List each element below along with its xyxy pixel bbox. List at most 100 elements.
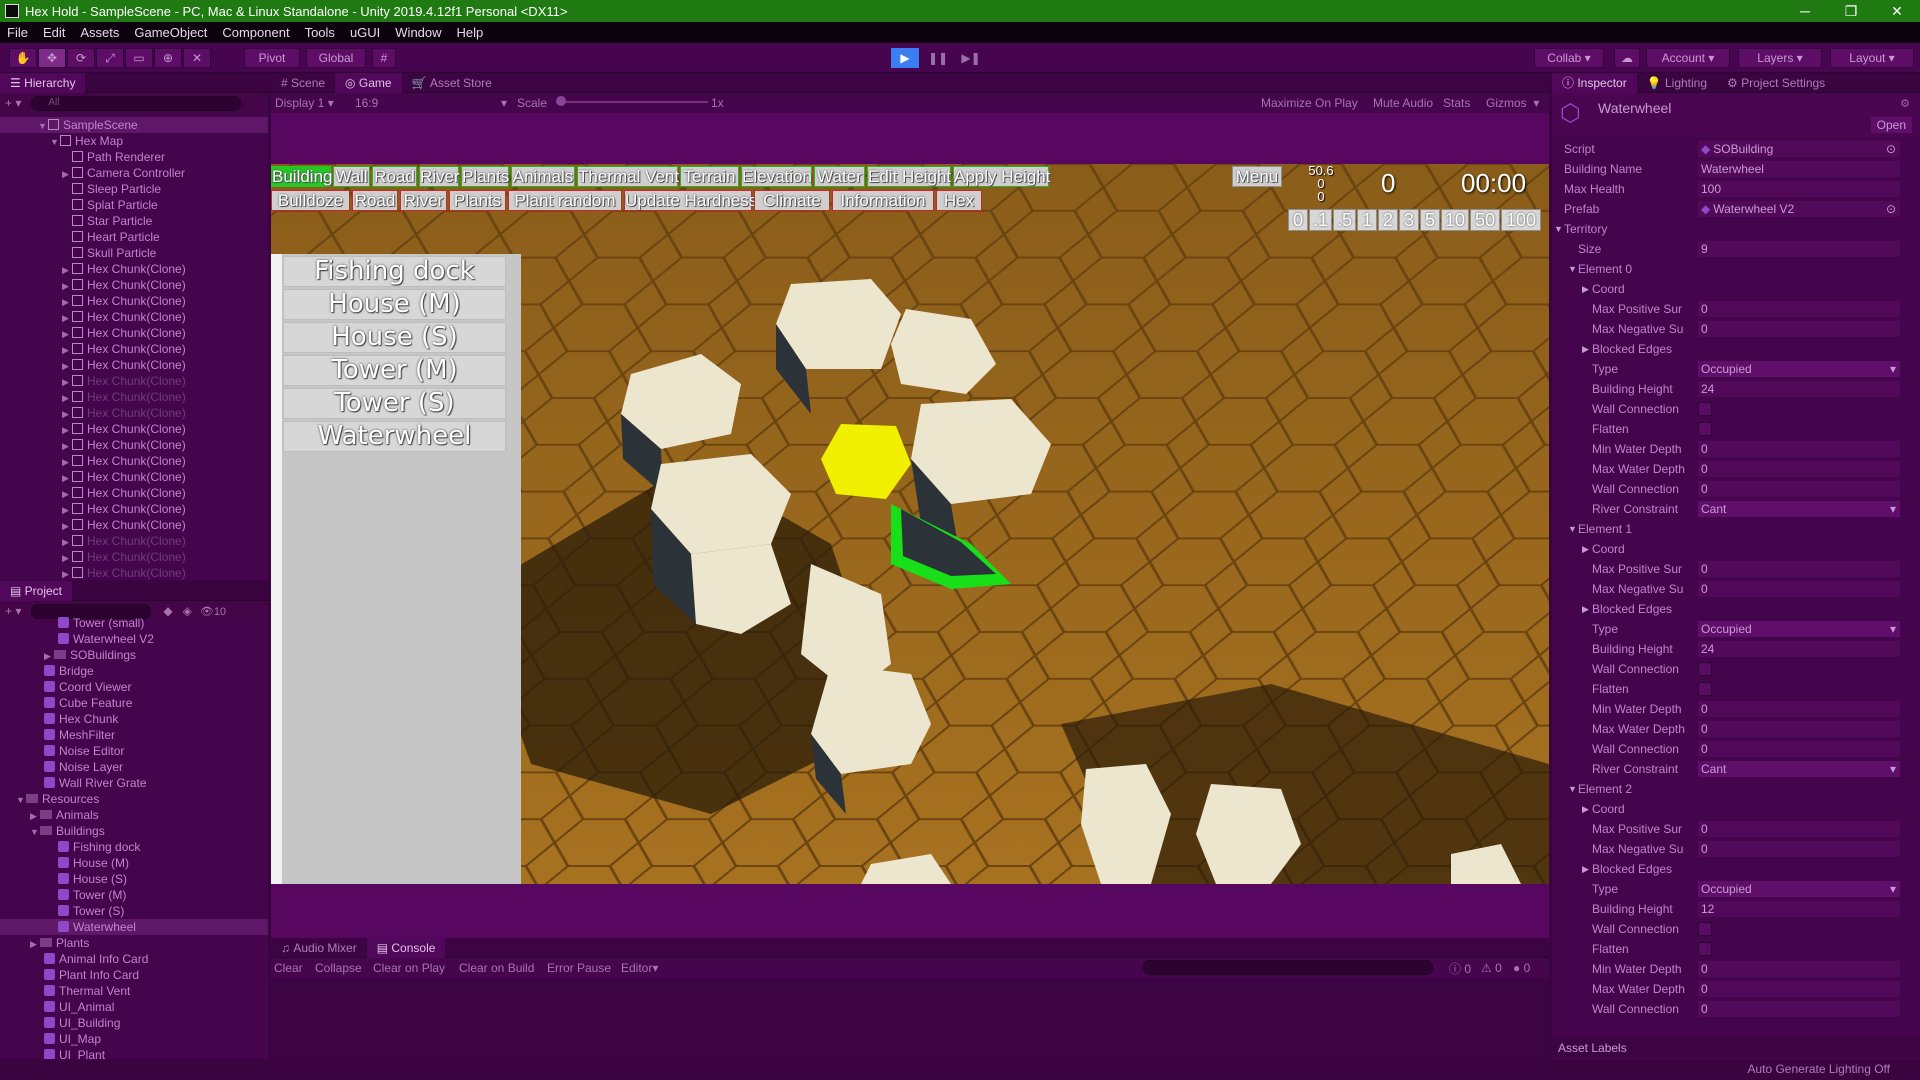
field-value[interactable]: 0 <box>1698 961 1900 977</box>
field-dropdown[interactable]: Occupied ▾ <box>1698 881 1900 897</box>
action-button-information[interactable]: Information <box>832 190 934 211</box>
checkbox[interactable] <box>1698 942 1712 956</box>
move-tool-icon[interactable]: ✥ <box>38 48 66 68</box>
project-item[interactable]: Bridge <box>0 663 268 679</box>
hierarchy-chunk-row[interactable]: ▶ Hex Chunk(Clone) <box>0 517 268 533</box>
field-value[interactable]: 0 <box>1698 461 1900 477</box>
hierarchy-item[interactable]: ▶ Camera Controller <box>0 165 268 181</box>
hierarchy-chunk-row[interactable]: ▶ Hex Chunk(Clone) <box>0 437 268 453</box>
list-scrollbar[interactable] <box>271 254 282 884</box>
expand-arrow-icon[interactable]: ▶ <box>62 550 72 566</box>
field-value[interactable]: 0 <box>1698 741 1900 757</box>
project-item[interactable]: Tower (S) <box>0 903 268 919</box>
field-value[interactable]: 0 <box>1698 701 1900 717</box>
action-button-climate[interactable]: Climate <box>754 190 830 211</box>
menu-help[interactable]: Help <box>457 25 484 40</box>
field-dropdown[interactable]: Cant ▾ <box>1698 501 1900 517</box>
action-button-river[interactable]: River <box>400 190 447 211</box>
action-button-plant-random[interactable]: Plant random <box>508 190 622 211</box>
field-value[interactable]: 0 <box>1698 321 1900 337</box>
project-item[interactable]: UI_Animal <box>0 999 268 1015</box>
field-value[interactable]: 24 <box>1698 381 1900 397</box>
expand-arrow-icon[interactable]: ▶ <box>62 294 72 310</box>
aspect-dropdown[interactable]: 16:9 ▾ <box>355 96 507 110</box>
hierarchy-chunk-row[interactable]: ▶ Hex Chunk(Clone) <box>0 453 268 469</box>
hierarchy-chunk-row[interactable]: ▶ Hex Chunk(Clone) <box>0 389 268 405</box>
field-value[interactable]: 0 <box>1698 301 1900 317</box>
expand-arrow-icon[interactable]: ▶ <box>62 406 72 422</box>
speed-button[interactable]: 0 <box>1288 209 1308 231</box>
hierarchy-chunk-row[interactable]: ▶ Hex Chunk(Clone) <box>0 341 268 357</box>
hierarchy-item[interactable]: Path Renderer <box>0 149 268 165</box>
field-value[interactable]: 0 <box>1698 561 1900 577</box>
field-value[interactable]: 12 <box>1698 901 1900 917</box>
expand-arrow-icon[interactable]: ▶ <box>62 310 72 326</box>
checkbox[interactable] <box>1698 422 1712 436</box>
speed-button[interactable]: 1 <box>1357 209 1377 231</box>
hierarchy-chunk-row[interactable]: ▶ Hex Chunk(Clone) <box>0 565 268 581</box>
tab-game[interactable]: ◎ Game <box>335 72 402 93</box>
warning-count[interactable]: ⚠ 0 <box>1481 961 1502 975</box>
menu-assets[interactable]: Assets <box>80 25 119 40</box>
account-dropdown[interactable]: Account ▾ <box>1646 48 1730 68</box>
hierarchy-chunk-row[interactable]: ▶ Hex Chunk(Clone) <box>0 293 268 309</box>
play-button[interactable]: ▶ <box>891 48 919 68</box>
expand-arrow-icon[interactable]: ▶ <box>30 936 40 952</box>
project-item[interactable]: Tower (small) <box>0 615 268 631</box>
field-value[interactable]: 0 <box>1698 441 1900 457</box>
project-item[interactable]: Plant Info Card <box>0 967 268 983</box>
field-value[interactable]: 0 <box>1698 481 1900 497</box>
hierarchy-chunk-row[interactable]: ▶ Hex Chunk(Clone) <box>0 277 268 293</box>
clear-on-build-toggle[interactable]: Clear on Build <box>459 961 534 975</box>
field-value[interactable]: 0 <box>1698 1001 1900 1017</box>
checkbox[interactable] <box>1698 402 1712 416</box>
expand-arrow-icon[interactable]: ▶ <box>62 342 72 358</box>
field-value[interactable]: 0 <box>1698 581 1900 597</box>
editor-dropdown[interactable]: Editor▾ <box>621 961 658 975</box>
hierarchy-chunk-row[interactable]: ▶ Hex Chunk(Clone) <box>0 549 268 565</box>
expand-arrow-icon[interactable]: ▶ <box>62 438 72 454</box>
cloud-icon[interactable]: ☁ <box>1614 48 1640 68</box>
tool-button-road[interactable]: Road <box>372 166 417 187</box>
hierarchy-chunk-row[interactable]: ▶ Hex Chunk(Clone) <box>0 309 268 325</box>
tool-button-edit-height[interactable]: Edit Height <box>867 166 951 187</box>
building-option[interactable]: Waterwheel <box>283 421 506 452</box>
expand-arrow-icon[interactable]: ▶ <box>62 326 72 342</box>
maximize-on-play-toggle[interactable]: Maximize On Play <box>1261 96 1358 110</box>
checkbox[interactable] <box>1698 682 1712 696</box>
foldout-arrow-icon[interactable]: ▼ <box>1568 524 1577 534</box>
project-item[interactable]: Tower (M) <box>0 887 268 903</box>
foldout-arrow-icon[interactable]: ▶ <box>1582 864 1589 875</box>
global-toggle[interactable]: Global <box>306 48 366 68</box>
expand-arrow-icon[interactable]: ▶ <box>62 454 72 470</box>
speed-button[interactable]: 5 <box>1420 209 1440 231</box>
foldout-arrow-icon[interactable]: ▶ <box>1582 344 1589 355</box>
tool-button-animals[interactable]: Animals <box>511 166 575 187</box>
hierarchy-search[interactable]: All <box>31 95 242 111</box>
display-dropdown[interactable]: Display 1 ▾ <box>275 96 334 110</box>
layers-dropdown[interactable]: Layers ▾ <box>1738 48 1822 68</box>
hierarchy-chunk-row[interactable]: ▶ Hex Chunk(Clone) <box>0 373 268 389</box>
speed-button[interactable]: .1 <box>1309 209 1332 231</box>
building-option[interactable]: Fishing dock <box>283 256 506 287</box>
pivot-toggle[interactable]: Pivot <box>244 48 300 68</box>
rotate-tool-icon[interactable]: ⟳ <box>67 48 95 68</box>
log-count[interactable]: ⓘ 0 <box>1449 960 1471 977</box>
project-item[interactable]: ▶ Animals <box>0 807 268 823</box>
hierarchy-item[interactable]: Star Particle <box>0 213 268 229</box>
menu-button[interactable]: Menu <box>1232 166 1282 187</box>
hierarchy-item[interactable]: Skull Particle <box>0 245 268 261</box>
project-item[interactable]: ▶ SOBuildings <box>0 647 268 663</box>
project-item[interactable]: Noise Layer <box>0 759 268 775</box>
clear-on-play-toggle[interactable]: Clear on Play <box>373 961 445 975</box>
field-value[interactable]: 0 <box>1698 841 1900 857</box>
tool-button-apply-height[interactable]: Apply Height <box>953 166 1050 187</box>
foldout-arrow-icon[interactable]: ▼ <box>1568 264 1577 274</box>
menu-tools[interactable]: Tools <box>305 25 335 40</box>
project-item[interactable]: Wall River Grate <box>0 775 268 791</box>
hierarchy-chunk-row[interactable]: ▶ Hex Chunk(Clone) <box>0 325 268 341</box>
error-pause-toggle[interactable]: Error Pause <box>547 961 611 975</box>
object-field[interactable]: ◆ SOBuilding ⊙ <box>1698 141 1900 157</box>
tab-audio-mixer[interactable]: ♫ Audio Mixer <box>271 938 367 958</box>
expand-arrow-icon[interactable]: ▶ <box>62 262 72 278</box>
